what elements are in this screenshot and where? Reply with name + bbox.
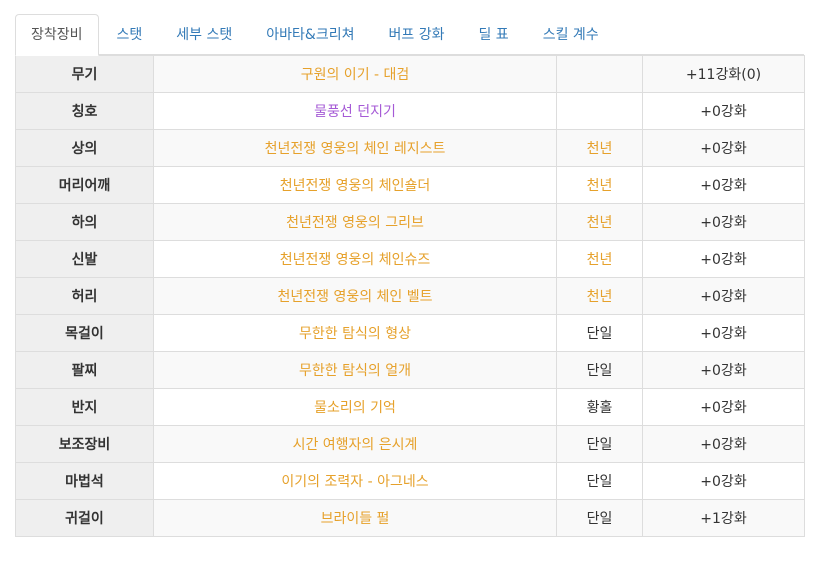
set-name: 천년 <box>556 203 643 241</box>
table-row: 귀걸이 브라이들 펄 단일 +1강화 <box>15 499 805 537</box>
set-name: 천년 <box>556 240 643 278</box>
set-name <box>556 92 643 130</box>
slot-label: 하의 <box>15 203 154 241</box>
item-name[interactable]: 천년전쟁 영웅의 체인 벨트 <box>153 277 557 315</box>
slot-label: 보조장비 <box>15 425 154 463</box>
slot-label: 허리 <box>15 277 154 315</box>
item-name[interactable]: 시간 여행자의 은시계 <box>153 425 557 463</box>
set-name: 단일 <box>556 351 643 389</box>
table-row: 반지 물소리의 기억 황홀 +0강화 <box>15 388 805 426</box>
tab-stats[interactable]: 스탯 <box>101 14 159 55</box>
enhance-level: +0강화 <box>642 314 805 352</box>
enhance-level: +0강화 <box>642 166 805 204</box>
item-name[interactable]: 천년전쟁 영웅의 체인 레지스트 <box>153 129 557 167</box>
set-name: 단일 <box>556 314 643 352</box>
enhance-level: +0강화 <box>642 203 805 241</box>
item-name[interactable]: 무한한 탐식의 얼개 <box>153 351 557 389</box>
slot-label: 반지 <box>15 388 154 426</box>
item-name[interactable]: 천년전쟁 영웅의 체인숄더 <box>153 166 557 204</box>
tab-skill-coefficient[interactable]: 스킬 계수 <box>527 14 615 55</box>
set-name: 천년 <box>556 166 643 204</box>
enhance-level: +0강화 <box>642 425 805 463</box>
slot-label: 신발 <box>15 240 154 278</box>
table-row: 머리어깨 천년전쟁 영웅의 체인숄더 천년 +0강화 <box>15 166 805 204</box>
enhance-level: +0강화 <box>642 351 805 389</box>
slot-label: 마법석 <box>15 462 154 500</box>
item-name[interactable]: 이기의 조력자 - 아그네스 <box>153 462 557 500</box>
table-row: 허리 천년전쟁 영웅의 체인 벨트 천년 +0강화 <box>15 277 805 315</box>
table-row: 팔찌 무한한 탐식의 얼개 단일 +0강화 <box>15 351 805 389</box>
item-name[interactable]: 구원의 이기 - 대검 <box>153 55 557 93</box>
table-row: 마법석 이기의 조력자 - 아그네스 단일 +0강화 <box>15 462 805 500</box>
slot-label: 무기 <box>15 55 154 93</box>
slot-label: 칭호 <box>15 92 154 130</box>
table-row: 보조장비 시간 여행자의 은시계 단일 +0강화 <box>15 425 805 463</box>
tab-avatar-creature[interactable]: 아바타&크리쳐 <box>250 14 370 55</box>
item-name[interactable]: 물풍선 던지기 <box>153 92 557 130</box>
slot-label: 귀걸이 <box>15 499 154 537</box>
enhance-level: +11강화(0) <box>642 55 805 93</box>
table-row: 칭호 물풍선 던지기 +0강화 <box>15 92 805 130</box>
table-row: 목걸이 무한한 탐식의 형상 단일 +0강화 <box>15 314 805 352</box>
set-name: 단일 <box>556 499 643 537</box>
item-name[interactable]: 천년전쟁 영웅의 체인슈즈 <box>153 240 557 278</box>
table-row: 상의 천년전쟁 영웅의 체인 레지스트 천년 +0강화 <box>15 129 805 167</box>
set-name: 단일 <box>556 462 643 500</box>
enhance-level: +0강화 <box>642 129 805 167</box>
enhance-level: +0강화 <box>642 462 805 500</box>
enhance-level: +0강화 <box>642 277 805 315</box>
item-name[interactable]: 천년전쟁 영웅의 그리브 <box>153 203 557 241</box>
item-name[interactable]: 무한한 탐식의 형상 <box>153 314 557 352</box>
enhance-level: +0강화 <box>642 388 805 426</box>
set-name: 천년 <box>556 129 643 167</box>
equipment-table: 무기 구원의 이기 - 대검 +11강화(0) 칭호 물풍선 던지기 +0강화 … <box>15 55 805 537</box>
set-name: 황홀 <box>556 388 643 426</box>
slot-label: 상의 <box>15 129 154 167</box>
enhance-level: +0강화 <box>642 240 805 278</box>
enhance-level: +0강화 <box>642 92 805 130</box>
slot-label: 팔찌 <box>15 351 154 389</box>
set-name <box>556 55 643 93</box>
tab-detail-stats[interactable]: 세부 스탯 <box>160 14 248 55</box>
table-row: 하의 천년전쟁 영웅의 그리브 천년 +0강화 <box>15 203 805 241</box>
table-row: 무기 구원의 이기 - 대검 +11강화(0) <box>15 55 805 93</box>
tab-equipment[interactable]: 장착장비 <box>15 14 99 56</box>
item-name[interactable]: 물소리의 기억 <box>153 388 557 426</box>
tab-bar: 장착장비 스탯 세부 스탯 아바타&크리쳐 버프 강화 딜 표 스킬 계수 <box>15 14 804 56</box>
equipment-panel: 장착장비 스탯 세부 스탯 아바타&크리쳐 버프 강화 딜 표 스킬 계수 무기… <box>15 14 805 537</box>
table-row: 신발 천년전쟁 영웅의 체인슈즈 천년 +0강화 <box>15 240 805 278</box>
tab-damage-table[interactable]: 딜 표 <box>462 14 524 55</box>
item-name[interactable]: 브라이들 펄 <box>153 499 557 537</box>
slot-label: 목걸이 <box>15 314 154 352</box>
enhance-level: +1강화 <box>642 499 805 537</box>
tab-buff-enhance[interactable]: 버프 강화 <box>372 14 460 55</box>
set-name: 단일 <box>556 425 643 463</box>
slot-label: 머리어깨 <box>15 166 154 204</box>
set-name: 천년 <box>556 277 643 315</box>
